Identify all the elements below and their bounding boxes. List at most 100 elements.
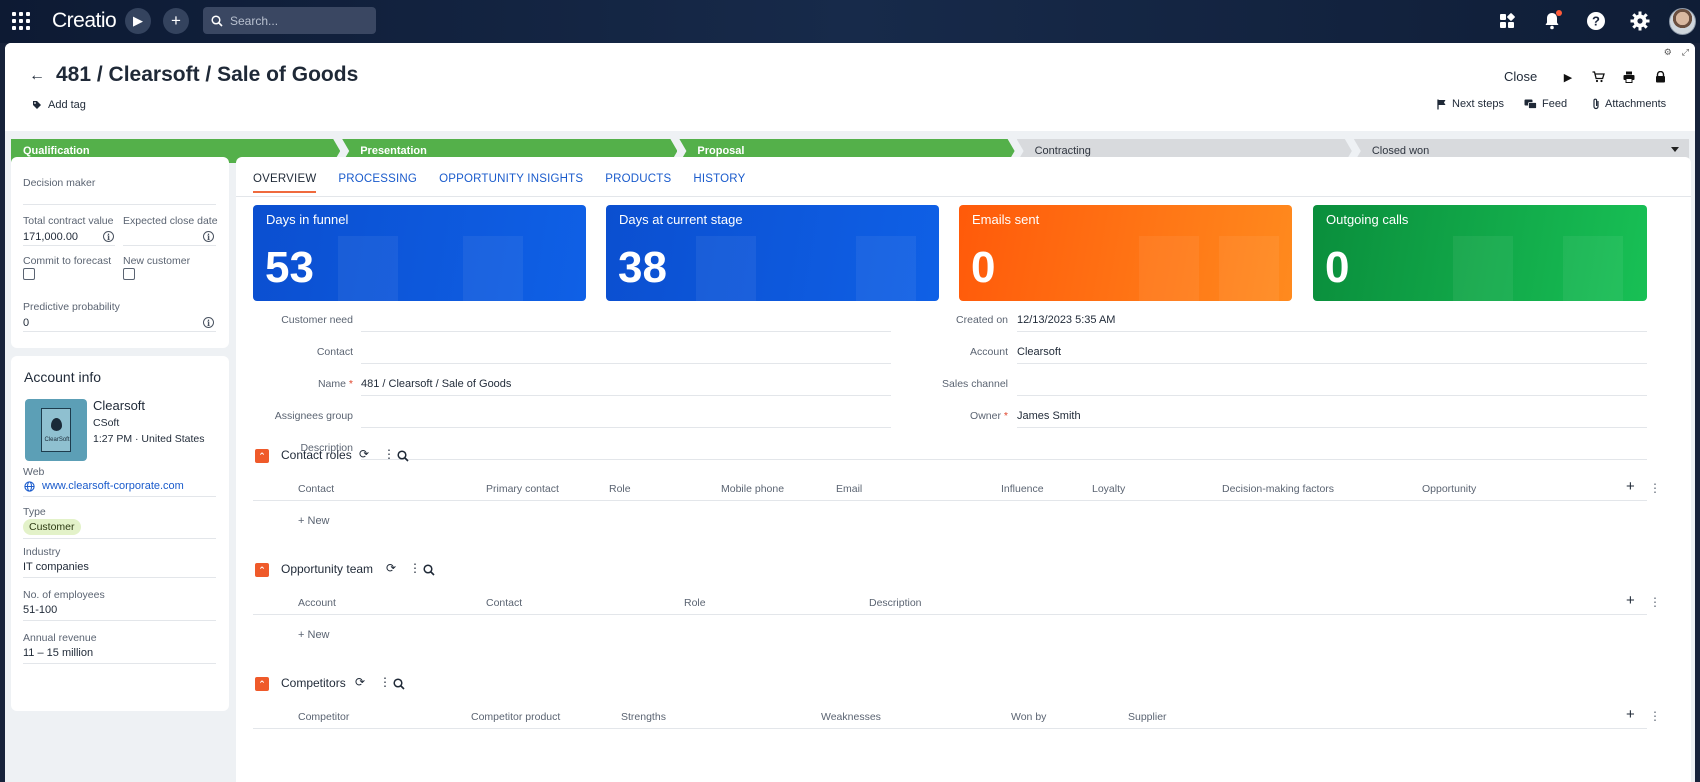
tab-opportunity-insights[interactable]: OPPORTUNITY INSIGHTS <box>439 165 583 193</box>
predictive-probability-value[interactable]: 0 <box>23 317 29 329</box>
column-header[interactable]: Decision-making factors <box>1222 483 1334 495</box>
create-button[interactable]: + <box>163 8 189 34</box>
feed-label: Feed <box>1542 98 1568 110</box>
kebab-menu-icon[interactable]: ⋮ <box>409 561 421 575</box>
column-header[interactable]: Supplier <box>1128 711 1167 723</box>
column-header[interactable]: Opportunity <box>1422 483 1476 495</box>
contact-field[interactable] <box>361 363 891 364</box>
tab-processing[interactable]: PROCESSING <box>338 165 417 193</box>
predictive-probability-label: Predictive probability <box>23 301 120 313</box>
search-icon[interactable] <box>393 678 405 690</box>
add-column-plus-icon[interactable]: + <box>1626 706 1635 723</box>
kebab-menu-icon[interactable]: ⋮ <box>383 447 395 461</box>
info-icon[interactable]: i <box>203 231 214 242</box>
account-name[interactable]: Clearsoft <box>93 398 145 413</box>
tab-history[interactable]: HISTORY <box>693 165 745 193</box>
add-column-plus-icon[interactable]: + <box>1626 478 1635 495</box>
column-header[interactable]: Email <box>836 483 862 495</box>
help-icon[interactable]: ? <box>1585 10 1607 32</box>
run-process-button[interactable]: ▶ <box>125 8 151 34</box>
column-header[interactable]: Description <box>869 597 922 609</box>
chevron-up-icon: ⌃ <box>258 450 266 461</box>
search-icon[interactable] <box>397 450 409 462</box>
description-field[interactable] <box>361 459 1647 460</box>
back-arrow-icon[interactable]: ← <box>29 67 45 85</box>
settings-gear-icon[interactable] <box>1629 10 1651 32</box>
column-header[interactable]: Account <box>298 597 336 609</box>
app-logo[interactable]: Creatio <box>52 9 117 33</box>
commit-forecast-checkbox[interactable] <box>23 268 35 280</box>
add-tag-button[interactable]: Add tag <box>32 99 86 111</box>
website-link[interactable]: www.clearsoft-corporate.com <box>42 480 184 492</box>
column-header[interactable]: Loyalty <box>1092 483 1125 495</box>
run-icon[interactable]: ▶ <box>1560 69 1576 85</box>
collapse-competitors-button[interactable]: ⌃ <box>255 677 269 691</box>
kpi-outgoing-calls: Outgoing calls 0 <box>1313 205 1647 301</box>
next-steps-button[interactable]: Next steps <box>1437 98 1504 110</box>
feed-button[interactable]: Feed <box>1524 98 1567 110</box>
refresh-icon[interactable]: ⟳ <box>386 561 396 575</box>
kebab-menu-icon[interactable]: ⋮ <box>1649 595 1661 609</box>
column-header[interactable]: Strengths <box>621 711 666 723</box>
decision-maker-field[interactable] <box>23 204 216 205</box>
column-header[interactable]: Role <box>684 597 706 609</box>
info-icon[interactable]: i <box>103 231 114 242</box>
account-logo-text: ClearSoft <box>44 437 70 443</box>
name-value[interactable]: 481 / Clearsoft / Sale of Goods <box>361 378 511 390</box>
column-header[interactable]: Contact <box>486 597 522 609</box>
column-header[interactable]: Primary contact <box>486 483 559 495</box>
lock-icon[interactable] <box>1652 69 1668 85</box>
search-box[interactable] <box>203 7 376 34</box>
tab-products[interactable]: PRODUCTS <box>605 165 671 193</box>
column-header[interactable]: Weaknesses <box>821 711 881 723</box>
chevron-up-icon: ⌃ <box>258 564 266 575</box>
notifications-bell-icon[interactable] <box>1541 10 1563 32</box>
column-header[interactable]: Contact <box>298 483 334 495</box>
new-contact-role-button[interactable]: + New <box>298 515 330 527</box>
chevron-down-icon[interactable] <box>1671 147 1680 152</box>
new-customer-checkbox[interactable] <box>123 268 135 280</box>
column-header[interactable]: Won by <box>1011 711 1046 723</box>
account-link[interactable]: Clearsoft <box>1017 346 1061 358</box>
collapse-contact-roles-button[interactable]: ⌃ <box>255 449 269 463</box>
column-header[interactable]: Competitor product <box>471 711 560 723</box>
search-icon <box>211 14 223 27</box>
search-input[interactable] <box>230 13 370 28</box>
apps-grid-icon[interactable] <box>1496 10 1518 32</box>
print-icon[interactable] <box>1621 69 1637 85</box>
cart-icon[interactable] <box>1590 69 1606 85</box>
add-column-plus-icon[interactable]: + <box>1626 592 1635 609</box>
attachments-label: Attachments <box>1605 98 1667 110</box>
owner-link[interactable]: James Smith <box>1017 410 1081 422</box>
close-button[interactable]: Close <box>1504 69 1537 84</box>
gear-small-icon[interactable]: ⚙ <box>1664 47 1672 58</box>
kebab-menu-icon[interactable]: ⋮ <box>379 675 391 689</box>
kebab-menu-icon[interactable]: ⋮ <box>1649 709 1661 723</box>
column-header[interactable]: Competitor <box>298 711 349 723</box>
new-team-member-button[interactable]: + New <box>298 629 330 641</box>
attachments-button[interactable]: Attachments <box>1592 98 1666 110</box>
column-header[interactable]: Influence <box>1001 483 1044 495</box>
app-launcher-icon[interactable] <box>12 12 30 30</box>
kpi-label: Outgoing calls <box>1326 212 1409 227</box>
refresh-icon[interactable]: ⟳ <box>359 447 369 461</box>
search-icon[interactable] <box>423 564 435 576</box>
tab-overview[interactable]: OVERVIEW <box>253 165 317 193</box>
kpi-label: Days at current stage <box>619 212 743 227</box>
kpi-days-in-funnel: Days in funnel 53 <box>253 205 586 301</box>
info-icon[interactable]: i <box>203 317 214 328</box>
sales-channel-field[interactable] <box>1017 395 1647 396</box>
assignees-group-field[interactable] <box>361 427 891 428</box>
assignees-group-label: Assignees group <box>274 410 353 422</box>
collapse-opportunity-team-button[interactable]: ⌃ <box>255 563 269 577</box>
expand-icon[interactable]: ⤢ <box>1682 47 1689 58</box>
total-contract-value[interactable]: 171,000.00 <box>23 231 78 243</box>
expected-close-field[interactable] <box>123 245 216 246</box>
revenue-label: Annual revenue <box>23 632 97 644</box>
user-avatar[interactable] <box>1669 8 1696 35</box>
column-header[interactable]: Role <box>609 483 631 495</box>
column-header[interactable]: Mobile phone <box>721 483 784 495</box>
kebab-menu-icon[interactable]: ⋮ <box>1649 481 1661 495</box>
customer-need-field[interactable] <box>361 331 891 332</box>
refresh-icon[interactable]: ⟳ <box>355 675 365 689</box>
